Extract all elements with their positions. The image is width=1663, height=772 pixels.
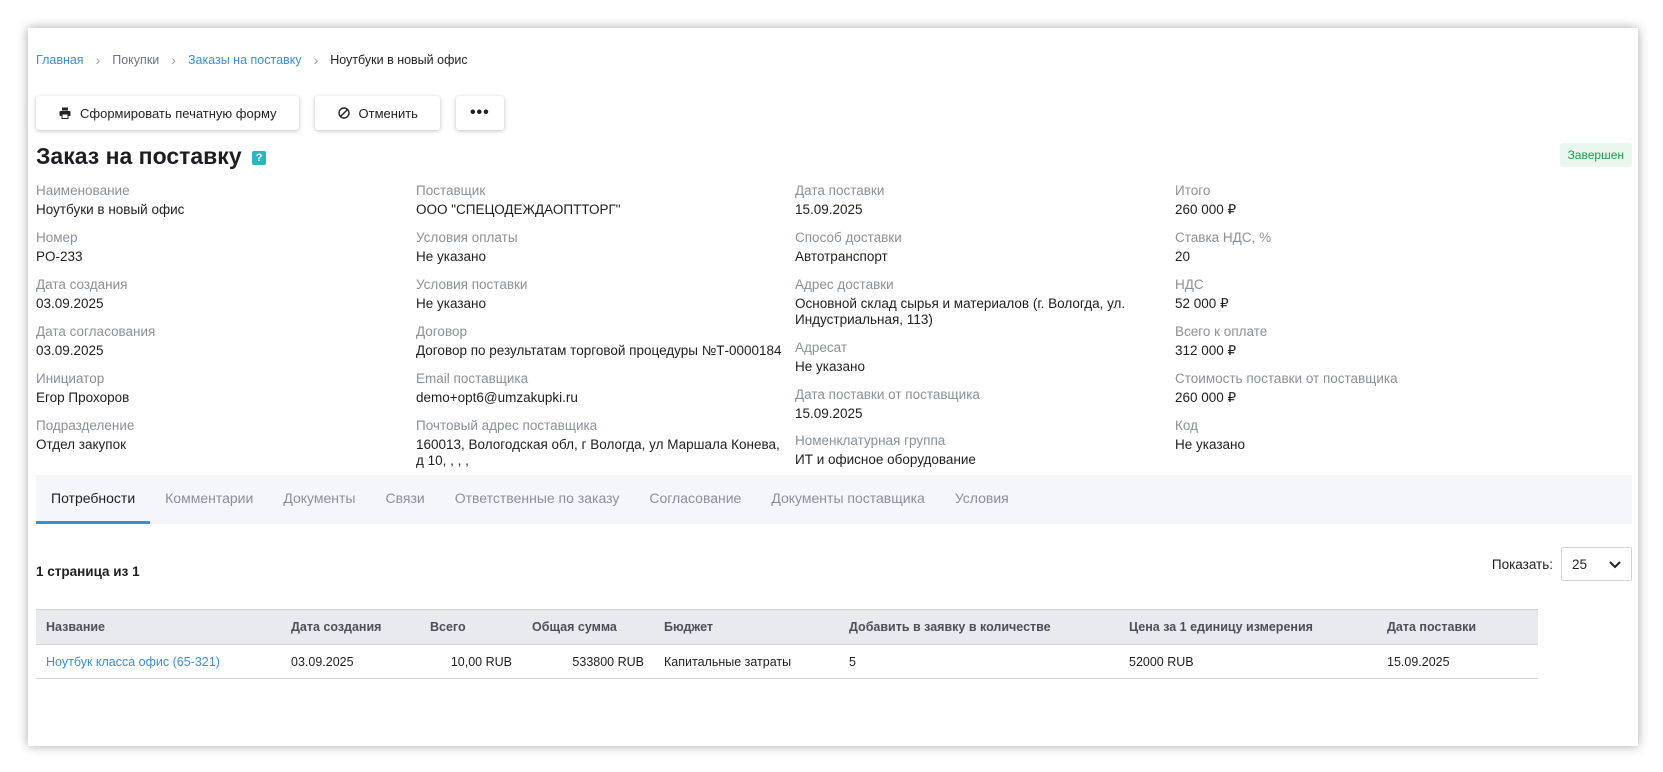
cancel-button[interactable]: Отменить bbox=[314, 96, 440, 130]
page-size-control: Показать: 25 bbox=[1492, 547, 1632, 581]
tab-needs[interactable]: Потребности bbox=[36, 475, 151, 524]
cell-total: 10,00 RUB bbox=[420, 644, 522, 679]
col-name[interactable]: Название bbox=[36, 609, 281, 645]
tab-conditions[interactable]: Условия bbox=[940, 475, 1024, 524]
cell-budget: Капитальные затраты bbox=[654, 644, 839, 679]
page-size-value: 25 bbox=[1572, 556, 1588, 572]
field-supplier: Поставщик ООО "СПЕЦОДЕЖДАОПТТОРГ" bbox=[416, 183, 621, 217]
field-recipient: Адресат Не указано bbox=[795, 340, 865, 374]
print-form-label: Сформировать печатную форму bbox=[80, 105, 277, 121]
breadcrumb-home[interactable]: Главная bbox=[36, 53, 84, 67]
col-total[interactable]: Всего bbox=[420, 609, 522, 645]
breadcrumb: Главная › Покупки › Заказы на поставку ›… bbox=[36, 52, 468, 68]
tab-comments[interactable]: Комментарии bbox=[150, 475, 268, 524]
field-approval-date: Дата согласования 03.09.2025 bbox=[36, 324, 156, 358]
cell-name: Ноутбук класса офис (65-321) bbox=[36, 644, 281, 679]
page-title: Заказ на поставку bbox=[36, 143, 242, 169]
help-icon[interactable]: ? bbox=[252, 150, 267, 165]
field-delivery-terms: Условия поставки Не указано bbox=[416, 277, 528, 311]
field-payment-terms: Условия оплаты Не указано bbox=[416, 230, 518, 264]
cell-delivery-date: 15.09.2025 bbox=[1377, 644, 1538, 679]
more-actions-button[interactable]: ••• bbox=[455, 96, 504, 130]
field-vat: НДС 52 000 ₽ bbox=[1175, 277, 1229, 311]
breadcrumb-purchases: Покупки bbox=[112, 53, 160, 67]
field-supplier-address: Почтовый адрес поставщика 160013, Вологод… bbox=[416, 418, 780, 468]
cell-sum: 533800 RUB bbox=[522, 644, 654, 679]
breadcrumb-orders[interactable]: Заказы на поставку bbox=[188, 53, 302, 67]
tab-bar: Потребности Комментарии Документы Связи … bbox=[36, 475, 1632, 524]
field-delivery-method: Способ доставки Автотранспорт bbox=[795, 230, 902, 264]
tab-approval[interactable]: Согласование bbox=[634, 475, 756, 524]
field-department: Подразделение Отдел закупок bbox=[36, 418, 135, 452]
field-nomenclature-group: Номенклатурная группа ИТ и офисное оборуд… bbox=[795, 433, 976, 467]
item-link[interactable]: Ноутбук класса офис (65-321) bbox=[46, 655, 220, 669]
col-budget[interactable]: Бюджет bbox=[654, 609, 839, 645]
field-name: Наименование Ноутбуки в новый офис bbox=[36, 183, 185, 217]
pager-info: 1 страница из 1 bbox=[36, 564, 140, 579]
tab-responsible[interactable]: Ответственные по заказу bbox=[440, 475, 635, 524]
chevron-down-icon bbox=[1609, 557, 1621, 572]
field-total: Итого 260 000 ₽ bbox=[1175, 183, 1237, 217]
chevron-right-icon: › bbox=[313, 52, 319, 68]
field-supplier-email: Email поставщика demo+opt6@umzakupki.ru bbox=[416, 371, 578, 405]
status-badge: Завершен bbox=[1559, 143, 1632, 167]
page-size-label: Показать: bbox=[1491, 556, 1553, 572]
printer-icon bbox=[58, 106, 72, 120]
field-number: Номер PO-233 bbox=[36, 230, 83, 264]
field-contract: Договор Договор по результатам торговой п… bbox=[416, 324, 782, 358]
field-initiator: Инициатор Егор Прохоров bbox=[36, 371, 130, 405]
col-add-qty[interactable]: Добавить в заявку в количестве bbox=[839, 609, 1119, 645]
chevron-right-icon: › bbox=[95, 52, 101, 68]
chevron-right-icon: › bbox=[171, 52, 176, 68]
field-total-to-pay: Всего к оплате 312 000 ₽ bbox=[1175, 324, 1268, 358]
field-delivery-address: Адрес доставки Основной склад сырья и мат… bbox=[795, 277, 1126, 327]
cell-unit-price: 52000 RUB bbox=[1119, 644, 1377, 679]
toolbar: Сформировать печатную форму Отменить ••• bbox=[36, 96, 504, 130]
cancel-label: Отменить bbox=[358, 105, 418, 121]
table-header-row: Название Дата создания Всего Общая сумма… bbox=[36, 609, 1538, 645]
cell-created: 03.09.2025 bbox=[281, 644, 420, 679]
print-form-button[interactable]: Сформировать печатную форму bbox=[36, 96, 299, 130]
page-size-select[interactable]: 25 bbox=[1561, 547, 1632, 581]
table-row: Ноутбук класса офис (65-321) 03.09.2025 … bbox=[36, 644, 1538, 679]
page-frame: Главная › Покупки › Заказы на поставку ›… bbox=[28, 28, 1638, 746]
field-supplier-delivery-cost: Стоимость поставки от поставщика 260 000 … bbox=[1175, 371, 1398, 405]
cancel-circle-icon bbox=[337, 106, 351, 120]
field-vat-rate: Ставка НДС, % 20 bbox=[1175, 230, 1272, 264]
field-delivery-date: Дата поставки 15.09.2025 bbox=[795, 183, 885, 217]
tab-supplier-documents[interactable]: Документы поставщика bbox=[756, 475, 939, 524]
breadcrumb-current: Ноутбуки в новый офис bbox=[330, 53, 468, 67]
col-created[interactable]: Дата создания bbox=[281, 609, 420, 645]
col-unit-price[interactable]: Цена за 1 единицу измерения bbox=[1119, 609, 1377, 645]
col-sum[interactable]: Общая сумма bbox=[522, 609, 654, 645]
tab-links[interactable]: Связи bbox=[371, 475, 440, 524]
cell-add-qty: 5 bbox=[839, 644, 1119, 679]
field-code: Код Не указано bbox=[1175, 418, 1245, 452]
field-created-date: Дата создания 03.09.2025 bbox=[36, 277, 128, 311]
col-delivery-date[interactable]: Дата поставки bbox=[1377, 609, 1538, 645]
needs-table: Название Дата создания Всего Общая сумма… bbox=[36, 609, 1538, 679]
field-supplier-delivery-date: Дата поставки от поставщика 15.09.2025 bbox=[795, 387, 980, 421]
title-row: Заказ на поставку ? Завершен bbox=[36, 143, 1632, 173]
tab-documents[interactable]: Документы bbox=[268, 475, 370, 524]
